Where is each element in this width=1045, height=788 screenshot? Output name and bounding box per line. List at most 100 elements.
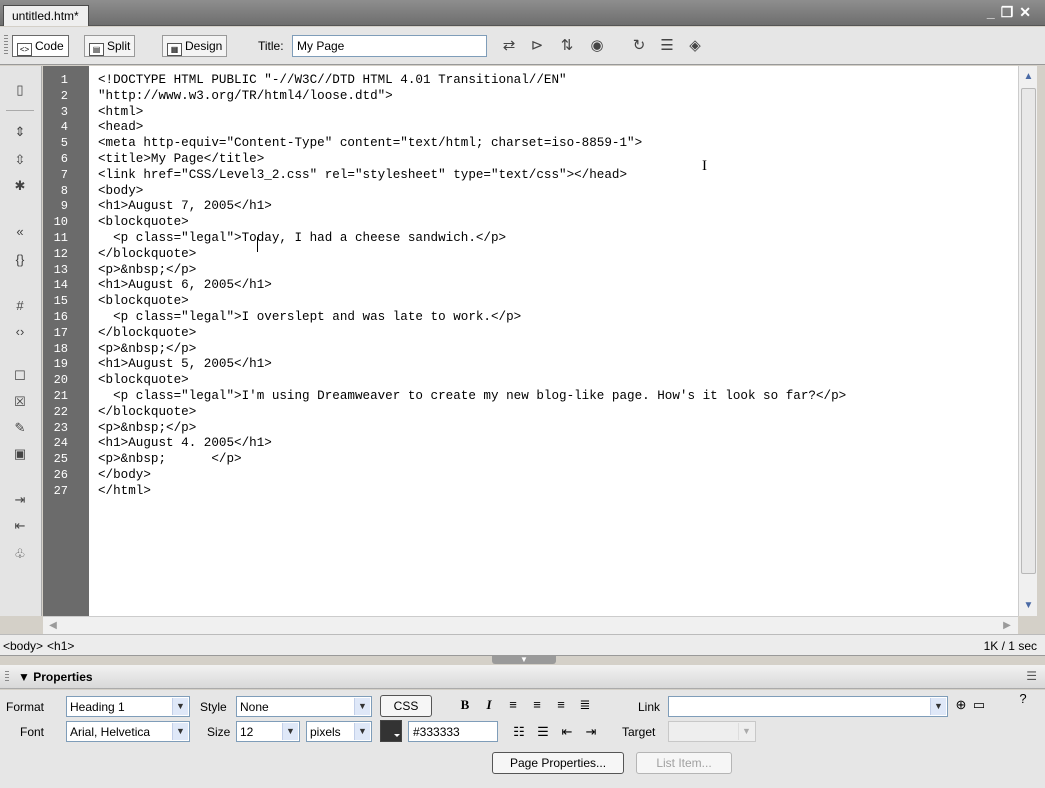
code-line[interactable]: <blockquote> — [98, 294, 189, 308]
scroll-right-arrow-icon[interactable]: ▶ — [999, 618, 1015, 633]
properties-title: ▼ Properties — [18, 670, 93, 684]
format-select[interactable]: Heading 1 ▼ — [66, 696, 190, 717]
page-properties-button[interactable]: Page Properties... — [492, 752, 624, 774]
line-number: 9 — [60, 199, 68, 214]
align-center-icon[interactable]: ≡ — [528, 696, 546, 714]
scroll-down-arrow-icon[interactable]: ▼ — [1021, 598, 1036, 614]
download-stats: 1K / 1 sec — [983, 639, 1037, 653]
line-number: 26 — [53, 468, 68, 482]
point-to-file-icon[interactable]: ⊕ — [952, 696, 970, 714]
code-line[interactable]: <p>&nbsp;</p> — [98, 263, 196, 277]
code-line[interactable]: <blockquote> — [98, 373, 189, 387]
mouse-ibeam-cursor: I — [702, 158, 707, 174]
vertical-scrollbar[interactable]: ▲ ▼ — [1018, 66, 1037, 616]
line-number: 21 — [53, 389, 68, 403]
unordered-list-icon[interactable]: ☷ — [510, 723, 528, 741]
code-line[interactable]: </html> — [98, 484, 151, 498]
panel-grip[interactable] — [5, 671, 9, 683]
target-select[interactable]: ▼ — [668, 721, 756, 742]
line-number: 13 — [53, 262, 68, 277]
chevron-down-icon: ▼ — [354, 723, 370, 740]
line-number: 11 — [53, 231, 68, 245]
line-number: 8 — [60, 183, 68, 198]
panel-options-menu-icon[interactable]: ☰ — [1026, 669, 1037, 683]
line-number: 19 — [53, 357, 68, 372]
line-number: 27 — [53, 483, 68, 498]
code-line[interactable]: <blockquote> — [98, 215, 189, 229]
text-indent-icon[interactable]: ⇥ — [582, 723, 600, 741]
unit-select[interactable]: pixels ▼ — [306, 721, 372, 742]
style-value: None — [240, 700, 269, 714]
line-number: 17 — [53, 325, 68, 340]
code-line[interactable]: <head> — [98, 120, 143, 134]
link-input[interactable]: ▼ — [668, 696, 948, 717]
code-line[interactable]: <title>My Page</title> — [98, 152, 264, 166]
tag-selector-h1[interactable]: <h1> — [47, 639, 74, 653]
code-line[interactable]: <!DOCTYPE HTML PUBLIC "-//W3C//DTD HTML … — [98, 73, 567, 87]
code-line[interactable]: <h1>August 6, 2005</h1> — [98, 278, 272, 292]
text-outdent-icon[interactable]: ⇤ — [558, 723, 576, 741]
text-color-swatch[interactable] — [380, 720, 402, 742]
scrollbar-thumb[interactable] — [1021, 88, 1036, 574]
line-number: 18 — [53, 341, 68, 356]
code-line[interactable]: <h1>August 4. 2005</h1> — [98, 436, 272, 450]
line-number: 3 — [60, 104, 68, 119]
code-line[interactable]: <h1>August 7, 2005</h1> — [98, 199, 272, 213]
code-line[interactable]: </blockquote> — [98, 405, 196, 419]
code-line[interactable]: <p class="legal">I'm using Dreamweaver t… — [98, 389, 846, 403]
code-line[interactable]: </blockquote> — [98, 326, 196, 340]
size-value: 12 — [240, 725, 254, 739]
code-line[interactable]: "http://www.w3.org/TR/html4/loose.dtd"> — [98, 89, 393, 103]
bold-button[interactable]: B — [456, 696, 474, 714]
code-line[interactable]: <meta http-equiv="Content-Type" content=… — [98, 136, 642, 150]
scroll-up-arrow-icon[interactable]: ▲ — [1021, 69, 1036, 85]
chevron-down-icon: ▼ — [172, 698, 188, 715]
code-line[interactable]: <p>&nbsp; </p> — [98, 452, 242, 466]
panel-collapse-handle[interactable]: ▼ — [492, 656, 556, 664]
style-label: Style — [200, 700, 227, 714]
scroll-left-arrow-icon[interactable]: ◀ — [45, 618, 61, 633]
line-number: 15 — [53, 294, 68, 309]
horizontal-scrollbar[interactable]: ◀ ▶ — [43, 616, 1018, 634]
unit-value: pixels — [310, 725, 341, 739]
align-right-icon[interactable]: ≡ — [552, 696, 570, 714]
font-select[interactable]: Arial, Helvetica ▼ — [66, 721, 190, 742]
tag-selector-body[interactable]: <body> — [3, 639, 43, 653]
css-button[interactable]: CSS — [380, 695, 432, 717]
help-icon[interactable]: ? — [1014, 690, 1032, 708]
chevron-down-icon: ▼ — [738, 723, 754, 740]
align-left-icon[interactable]: ≡ — [504, 696, 522, 714]
line-number: 4 — [60, 120, 68, 135]
code-line[interactable]: <p class="legal">I overslept and was lat… — [98, 310, 521, 324]
code-line[interactable]: </body> — [98, 468, 151, 482]
list-item-button[interactable]: List Item... — [636, 752, 732, 774]
code-line[interactable]: <p>&nbsp;</p> — [98, 342, 196, 356]
line-number: 24 — [53, 436, 68, 451]
line-number: 7 — [60, 167, 68, 182]
line-number: 14 — [53, 278, 68, 293]
chevron-down-icon: ▼ — [930, 698, 946, 715]
font-value: Arial, Helvetica — [70, 725, 151, 739]
code-line[interactable]: <h1>August 5, 2005</h1> — [98, 357, 272, 371]
italic-button[interactable]: I — [480, 696, 498, 714]
size-select[interactable]: 12 ▼ — [236, 721, 300, 742]
line-number: 10 — [53, 215, 68, 230]
color-hex-input[interactable]: #333333 — [408, 721, 498, 742]
align-justify-icon[interactable]: ≣ — [576, 696, 594, 714]
code-line[interactable]: </blockquote> — [98, 247, 196, 261]
close-button[interactable]: ✕ — [1019, 4, 1037, 21]
format-value: Heading 1 — [70, 700, 125, 714]
code-line[interactable]: <html> — [98, 105, 143, 119]
code-line[interactable]: <p>&nbsp;</p> — [98, 421, 196, 435]
ordered-list-icon[interactable]: ☰ — [534, 723, 552, 741]
code-line[interactable]: <link href="CSS/Level3_2.css" rel="style… — [98, 168, 627, 182]
browse-folder-icon[interactable]: ▭ — [970, 696, 988, 714]
code-line[interactable]: <p class="legal">Today, I had a cheese s… — [98, 231, 506, 245]
line-number: 23 — [53, 420, 68, 435]
chevron-down-icon: ▼ — [354, 698, 370, 715]
size-label: Size — [207, 725, 231, 739]
status-bar: <body> <h1> 1K / 1 sec — [0, 634, 1045, 656]
code-line[interactable]: <body> — [98, 184, 143, 198]
properties-panel-header[interactable]: ▼ Properties ☰ — [0, 665, 1045, 689]
style-select[interactable]: None ▼ — [236, 696, 372, 717]
